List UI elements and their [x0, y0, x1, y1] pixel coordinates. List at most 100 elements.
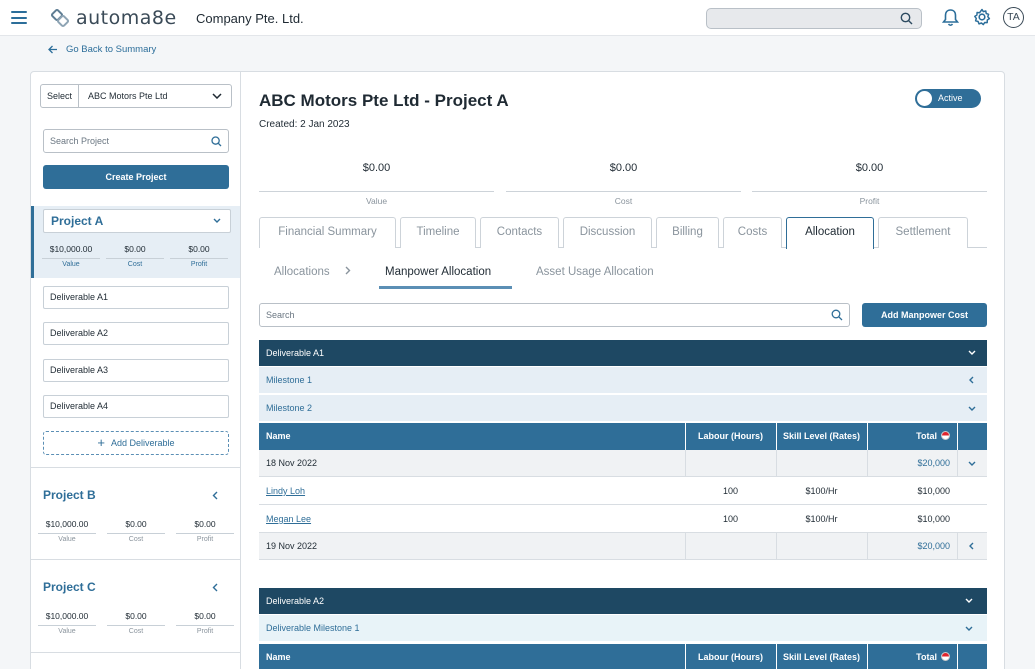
milestone-row[interactable]: Deliverable Milestone 1	[259, 615, 987, 642]
employee-link[interactable]: Lindy Loh	[266, 478, 305, 504]
project-a-value: $10,000.00 Value	[42, 244, 100, 268]
status-toggle[interactable]: Active	[915, 89, 981, 108]
summary-profit: $0.00 Profit	[752, 162, 987, 206]
arrow-left-icon	[48, 45, 57, 54]
employee-link[interactable]: Megan Lee	[266, 506, 311, 532]
chevron-down-icon	[968, 350, 976, 355]
back-to-summary-link[interactable]: Go Back to Summary	[48, 44, 156, 55]
project-search-input[interactable]	[44, 130, 194, 152]
gear-icon[interactable]	[973, 8, 991, 26]
tab-timeline[interactable]: Timeline	[400, 217, 476, 248]
tab-billing[interactable]: Billing	[656, 217, 719, 248]
project-c-profit: $0.00 Profit	[176, 611, 234, 635]
menu-icon[interactable]	[11, 11, 27, 24]
divider	[685, 450, 686, 476]
brand-logo[interactable]: automa8e	[50, 7, 177, 29]
subtab-allocations[interactable]: Allocations	[274, 266, 351, 278]
milestone-row[interactable]: Milestone 2	[259, 395, 987, 422]
client-select[interactable]: Select ABC Motors Pte Ltd	[40, 84, 232, 108]
project-a-profit: $0.00 Profit	[170, 244, 228, 268]
divider	[776, 533, 777, 559]
tab-contacts[interactable]: Contacts	[480, 217, 559, 248]
create-project-button[interactable]: Create Project	[43, 165, 229, 189]
subtab-asset-usage-allocation[interactable]: Asset Usage Allocation	[536, 266, 654, 278]
logo-mark-icon	[50, 8, 70, 28]
date-group-row[interactable]: 19 Nov 2022 $20,000	[259, 533, 987, 560]
deliverable-row[interactable]: Deliverable A2	[259, 588, 987, 614]
project-b-profit: $0.00 Profit	[176, 519, 234, 543]
chevron-down-icon	[965, 626, 973, 631]
chevron-left-icon[interactable]	[212, 491, 218, 500]
col-name: Name	[266, 431, 291, 441]
allocation-search	[259, 303, 850, 327]
labour-hours: 100	[722, 486, 739, 496]
deliverable-item[interactable]: Deliverable A3	[43, 359, 229, 382]
divider	[957, 644, 958, 669]
date-group-row[interactable]: 18 Nov 2022 $20,000	[259, 450, 987, 477]
divider	[776, 450, 777, 476]
chevron-down-icon	[212, 93, 222, 99]
deliverable-item[interactable]: Deliverable A1	[43, 286, 229, 309]
brand-name: automa8e	[76, 7, 177, 29]
project-search	[43, 129, 229, 153]
divider	[31, 559, 240, 560]
chevron-down-icon	[968, 461, 976, 466]
chevron-down-icon	[213, 218, 221, 223]
allocation-search-input[interactable]	[260, 304, 800, 326]
project-sidebar: Select ABC Motors Pte Ltd Create Project…	[31, 72, 241, 669]
summary-value: $0.00 Value	[259, 162, 494, 206]
tab-allocation[interactable]: Allocation	[786, 217, 874, 249]
tab-costs[interactable]: Costs	[723, 217, 782, 248]
global-search-input[interactable]	[706, 8, 922, 29]
milestone-row[interactable]: Milestone 1	[259, 367, 987, 394]
search-icon[interactable]	[900, 12, 913, 25]
col-skill-level: Skill Level (Rates)	[782, 431, 861, 441]
deliverable-row[interactable]: Deliverable A1	[259, 340, 987, 366]
tab-discussion[interactable]: Discussion	[563, 217, 652, 248]
project-a-name: Project A	[51, 214, 104, 228]
project-a-header[interactable]: Project A	[43, 209, 231, 233]
plus-icon: +	[97, 435, 106, 450]
search-icon[interactable]	[831, 309, 843, 321]
tab-financial-summary[interactable]: Financial Summary	[259, 217, 396, 248]
subtab-manpower-allocation[interactable]: Manpower Allocation	[385, 266, 491, 278]
group-total: $20,000	[917, 458, 950, 468]
project-b-cost: $0.00 Cost	[107, 519, 165, 543]
project-detail: ABC Motors Pte Ltd - Project A Created: …	[259, 72, 989, 669]
notification-bell-icon[interactable]	[942, 8, 959, 27]
selected-client: ABC Motors Pte Ltd	[88, 91, 168, 101]
deliverable-item[interactable]: Deliverable A2	[43, 322, 229, 345]
col-total: Total	[867, 644, 950, 669]
deliverable-item[interactable]: Deliverable A4	[43, 395, 229, 418]
project-c-cost: $0.00 Cost	[107, 611, 165, 635]
project-c-stats: $10,000.00 Value $0.00 Cost $0.00 Profit	[38, 611, 234, 635]
group-total: $20,000	[917, 541, 950, 551]
add-deliverable-button[interactable]: + Add Deliverable	[43, 431, 229, 455]
add-manpower-cost-button[interactable]: Add Manpower Cost	[862, 303, 987, 327]
group-date: 18 Nov 2022	[266, 458, 318, 468]
col-total: Total	[867, 423, 950, 450]
skill-rate: $100/Hr	[805, 514, 838, 524]
user-avatar[interactable]: TA	[1003, 7, 1024, 28]
project-b-title[interactable]: Project B	[43, 488, 96, 502]
sg-flag-icon	[941, 652, 950, 661]
col-labour-hours: Labour (Hours)	[698, 652, 763, 662]
col-labour-hours: Labour (Hours)	[698, 431, 763, 441]
chevron-left-icon[interactable]	[212, 583, 218, 592]
table-row: Lindy Loh 100 $100/Hr $10,000	[259, 478, 987, 505]
table-header: Name Labour (Hours) Skill Level (Rates) …	[259, 644, 987, 669]
tab-settlement[interactable]: Settlement	[878, 217, 968, 248]
top-bar: automa8e Company Pte. Ltd. TA	[0, 0, 1035, 36]
search-icon[interactable]	[211, 136, 222, 147]
labour-hours: 100	[722, 514, 739, 524]
project-c-title[interactable]: Project C	[43, 580, 96, 594]
active-subtab-indicator	[379, 286, 512, 289]
toggle-knob	[917, 91, 932, 106]
project-a-stats: $10,000.00 Value $0.00 Cost $0.00 Profit	[42, 244, 228, 268]
sg-flag-icon	[941, 431, 950, 440]
back-link-label: Go Back to Summary	[66, 44, 157, 55]
created-date: Created: 2 Jan 2023	[259, 119, 350, 130]
divider	[957, 533, 958, 559]
divider	[957, 450, 958, 476]
status-label: Active	[938, 93, 963, 103]
